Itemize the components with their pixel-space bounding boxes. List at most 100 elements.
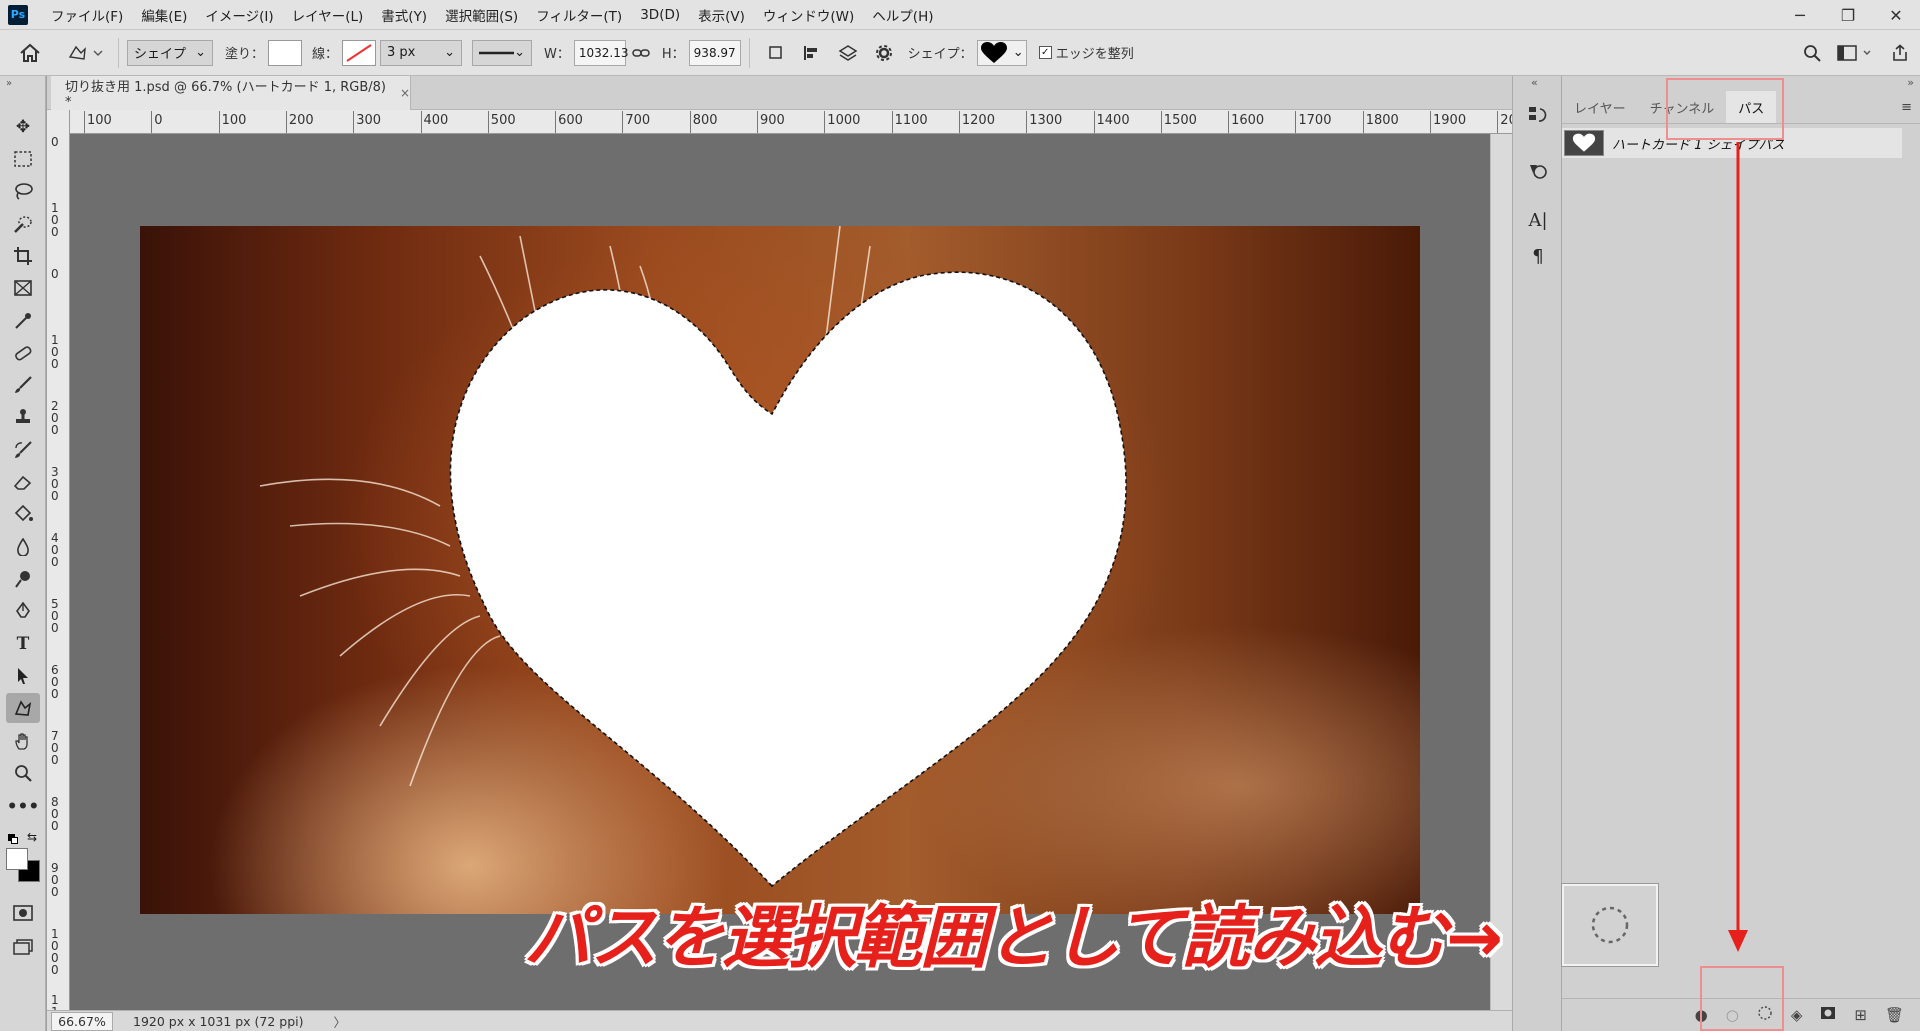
eraser-icon[interactable] [6,467,40,497]
ruler-tick-label: 500 [490,113,516,128]
zoom-icon[interactable] [6,758,40,788]
close-icon[interactable]: ✕ [1872,0,1920,30]
ruler-tick-label: 0 [51,267,59,281]
new-path-icon[interactable]: ⊞ [1854,1006,1867,1024]
ruler-tick-label: 500 [51,597,59,635]
fill-color-swatch[interactable] [268,39,303,66]
ruler-tick [958,111,960,133]
paint-bucket-icon[interactable] [6,499,40,529]
brush-icon[interactable] [6,370,40,400]
lasso-icon[interactable] [6,176,40,206]
annotation-caption: パスを選択範囲として読み込む→ [524,899,1503,978]
healing-icon[interactable] [6,338,40,368]
menu-type[interactable]: 書式(Y) [372,5,436,25]
make-work-path-icon[interactable]: ◈ [1791,1006,1803,1024]
menu-image[interactable]: イメージ(I) [196,5,282,25]
history-panel-icon[interactable] [1523,100,1553,130]
menu-window[interactable]: ウィンドウ(W) [754,5,863,25]
shapes-panel-icon[interactable] [1523,156,1553,186]
frame-icon[interactable] [6,273,40,303]
collapse-right-icon[interactable]: » [1907,76,1914,89]
trash-icon[interactable]: 🗑 [1885,1006,1904,1024]
marquee-icon[interactable] [6,144,40,174]
mode-dropdown[interactable]: シェイプ ⌄ [127,39,213,66]
path-operations-icon[interactable] [758,30,794,76]
collapse-arrows-icon[interactable]: » [6,78,12,89]
ruler-tick [689,111,691,133]
search-icon[interactable] [1794,30,1830,76]
menu-layer[interactable]: レイヤー(L) [283,5,373,25]
swap-colors-icon[interactable]: ⇆ [27,830,37,844]
minimize-icon[interactable]: ─ [1776,0,1824,30]
pen-icon[interactable] [6,596,40,626]
menu-view[interactable]: 表示(V) [689,5,754,25]
history-brush-icon[interactable] [6,435,40,465]
color-swatches[interactable]: ⇆ [6,830,40,884]
collapse-left-icon[interactable]: « [1531,76,1538,89]
heart-selection[interactable] [140,226,1420,914]
menu-filter[interactable]: フィルター(T) [527,5,631,25]
ruler-tick-label: 110 [51,993,59,1010]
character-panel-icon[interactable]: A| [1523,205,1553,235]
ruler-tick-label: 300 [51,465,59,503]
share-icon[interactable] [1880,30,1920,76]
zoom-level-field[interactable]: 66.67% [51,1011,113,1031]
stroke-none-swatch[interactable] [342,39,377,66]
vertical-scrollbar[interactable] [1490,134,1512,1010]
workspace-icon[interactable] [1830,30,1880,76]
menu-edit[interactable]: 編集(E) [132,5,196,25]
ruler-tick-label: 200 [51,399,59,437]
mode-dropdown-label: シェイプ [134,47,187,62]
hand-icon[interactable] [6,726,40,756]
custom-shape-icon[interactable] [6,693,40,723]
ruler-tick-label: 1000 [827,113,861,128]
width-input[interactable]: 1032.13 [573,39,629,66]
move-icon[interactable]: ✥ [6,112,40,142]
gear-icon[interactable] [866,30,902,76]
path-select-icon[interactable] [6,661,40,691]
close-tab-icon[interactable]: × [400,86,410,100]
quick-mask-icon[interactable] [6,898,40,928]
default-colors-icon[interactable] [8,834,18,844]
vertical-ruler[interactable]: 010001002003004005006007008009001000110 [47,110,70,1010]
status-menu-arrow-icon[interactable]: 〉 [334,1012,347,1031]
stroke-type-dropdown[interactable]: ⌄ [472,39,533,66]
ruler-tick [891,111,893,133]
foreground-color-swatch[interactable] [6,848,28,870]
type-icon[interactable]: T [6,629,40,659]
restore-icon[interactable]: ❐ [1824,0,1872,30]
shape-picker[interactable]: ⌄ [976,39,1027,66]
menu-file[interactable]: ファイル(F) [42,5,132,25]
more-icon[interactable]: ••• [6,792,40,822]
add-mask-icon[interactable] [1820,1006,1836,1024]
link-icon[interactable] [626,30,656,76]
menu-3d[interactable]: 3D(D) [631,7,689,23]
stroke-width-dropdown[interactable]: 3 px ⌄ [380,39,463,66]
stamp-icon[interactable] [6,402,40,432]
ruler-tick-label: 400 [423,113,449,128]
menu-help[interactable]: ヘルプ(H) [863,5,942,25]
ruler-tick-label: 1000 [51,927,59,977]
paragraph-panel-icon[interactable]: ¶ [1523,241,1553,271]
canvas-area[interactable] [70,134,1490,1010]
menu-select[interactable]: 選択範囲(S) [436,5,527,25]
document-tab[interactable]: 切り抜き用 1.psd @ 66.7% (ハートカード 1, RGB/8) * … [51,76,411,110]
dodge-icon[interactable] [6,564,40,594]
eyedropper-icon[interactable] [6,306,40,336]
panel-menu-icon[interactable]: ≡ [1893,91,1920,123]
tab-layers[interactable]: レイヤー [1562,91,1638,123]
horizontal-ruler[interactable]: 100 0 100 200 300 400 500 600 700 800 900 1000 1100 1… [70,110,1512,134]
path-alignment-icon[interactable] [794,30,830,76]
home-icon[interactable] [0,30,60,76]
path-arrangement-icon[interactable] [830,30,866,76]
height-input[interactable]: 938.97 [688,39,741,66]
align-edges-checkbox[interactable]: ✓ [1038,46,1052,59]
quick-select-icon[interactable] [6,209,40,239]
ruler-tick [1362,111,1364,133]
ruler-tick-label: 600 [558,113,583,128]
ruler-tick-label: 1700 [1298,113,1332,128]
blur-icon[interactable] [6,532,40,562]
crop-icon[interactable] [6,241,40,271]
screen-mode-icon[interactable] [6,932,40,962]
custom-shape-preset-icon[interactable] [60,30,110,76]
